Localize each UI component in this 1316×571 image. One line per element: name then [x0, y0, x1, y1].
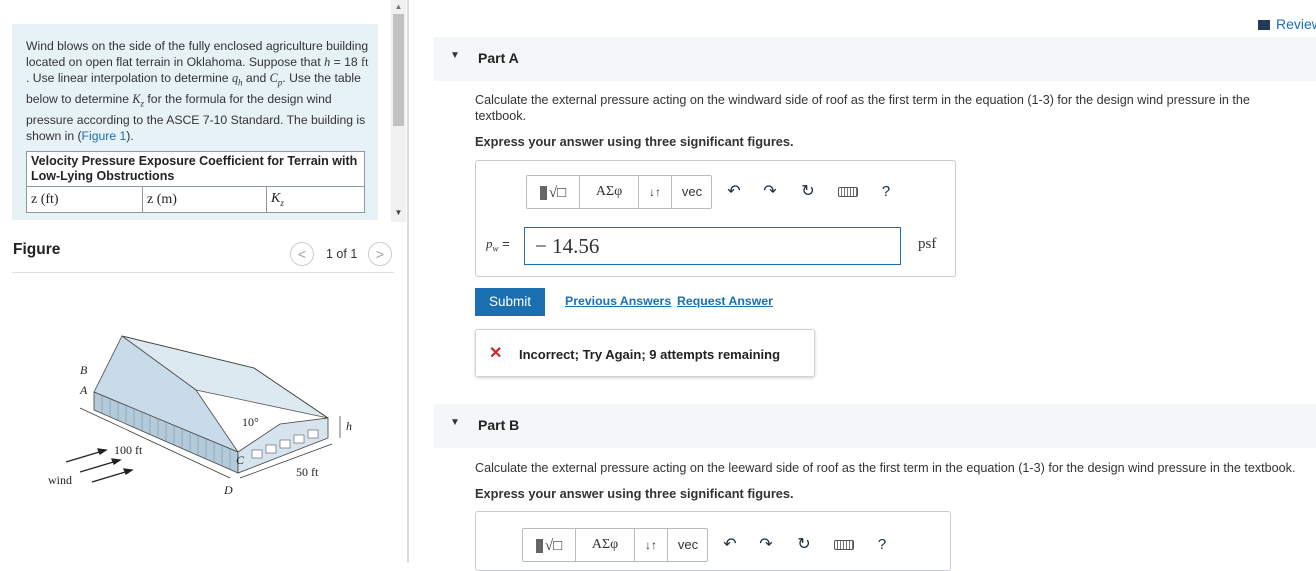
updown-arrows-icon[interactable]: ↓↑	[639, 176, 671, 208]
part-a-header[interactable]: ▼ Part A	[434, 37, 1316, 81]
part-b-question: Calculate the external pressure acting o…	[475, 461, 1296, 475]
figure-label-c: C	[236, 453, 245, 467]
undo-icon[interactable]: ↶	[718, 528, 742, 562]
request-answer-link[interactable]: Request Answer	[677, 294, 773, 308]
panel-divider[interactable]	[407, 0, 409, 562]
greek-symbols-button[interactable]: ΑΣφ	[580, 176, 638, 208]
feedback-box: ✕ Incorrect; Try Again; 9 attempts remai…	[475, 329, 815, 377]
help-icon[interactable]: ?	[870, 528, 894, 562]
keyboard-icon[interactable]	[830, 528, 858, 562]
figure-label-width: 50 ft	[296, 465, 319, 479]
figure-title: Figure	[13, 241, 61, 258]
reset-icon[interactable]: ↻	[792, 528, 816, 562]
figure-label-b: B	[80, 363, 88, 377]
part-a-question: Calculate the external pressure acting o…	[475, 93, 1250, 123]
figure-link[interactable]: Figure 1	[82, 129, 127, 143]
problem-text: Wind blows on the side of the fully encl…	[26, 39, 369, 143]
templates-icon[interactable]: √□	[527, 176, 579, 208]
vec-button[interactable]: vec	[668, 529, 708, 561]
scroll-down-arrow-icon[interactable]: ▼	[391, 206, 406, 220]
math-toolbar: √□ ΑΣφ ↓↑ vec ↶ ↷ ↻ ?	[526, 175, 946, 211]
templates-icon[interactable]: √□	[523, 529, 575, 561]
redo-icon[interactable]: ↷	[754, 528, 778, 562]
caret-down-icon[interactable]: ▼	[450, 50, 460, 61]
table-header-kz: Kz	[266, 186, 365, 213]
left-panel: Wind blows on the side of the fully encl…	[0, 0, 408, 562]
figure-label-d: D	[223, 483, 233, 497]
redo-icon[interactable]: ↷	[758, 175, 782, 209]
review-link[interactable]: Review	[1258, 16, 1316, 32]
part-b-label: Part B	[478, 417, 520, 433]
part-b-answer-box: √□ ΑΣφ ↓↑ vec ↶ ↷ ↻ ?	[475, 511, 951, 571]
vec-button[interactable]: vec	[672, 176, 712, 208]
variable-label: pw =	[486, 236, 510, 254]
undo-icon[interactable]: ↶	[722, 175, 746, 209]
velocity-pressure-table: Velocity Pressure Exposure Coefficient f…	[26, 151, 365, 213]
updown-arrows-icon[interactable]: ↓↑	[635, 529, 667, 561]
pager-count: 1 of 1	[326, 247, 358, 261]
help-icon[interactable]: ?	[874, 175, 898, 209]
table-header-z-ft: z (ft)	[26, 186, 143, 213]
answer-input[interactable]: − 14.56	[524, 227, 901, 265]
feedback-text: Incorrect; Try Again; 9 attempts remaini…	[519, 347, 781, 362]
figure-label-h: h	[346, 419, 352, 433]
submit-button[interactable]: Submit	[475, 288, 545, 316]
part-a-instruction: Express your answer using three signific…	[475, 134, 794, 149]
scroll-up-arrow-icon[interactable]: ▲	[391, 0, 406, 14]
figure-label-angle: 10°	[242, 415, 259, 429]
book-icon	[1258, 20, 1270, 30]
problem-scrollbar-thumb[interactable]	[393, 14, 404, 126]
table-header-z-m: z (m)	[142, 186, 267, 213]
figure-label-wind: wind	[48, 473, 72, 487]
previous-answers-link[interactable]: Previous Answers	[565, 294, 671, 308]
chevron-left-icon[interactable]: <	[290, 242, 314, 266]
problem-statement-box: Wind blows on the side of the fully encl…	[12, 24, 378, 220]
part-b-instruction: Express your answer using three signific…	[475, 486, 794, 501]
error-x-icon: ✕	[489, 345, 503, 362]
figure-label-a: A	[79, 383, 88, 397]
part-a-label: Part A	[478, 50, 519, 66]
toolbar-button-group: √□ ΑΣφ ↓↑ vec	[526, 175, 712, 209]
table-caption: Velocity Pressure Exposure Coefficient f…	[26, 151, 365, 187]
divider	[12, 272, 394, 273]
figure-label-length: 100 ft	[114, 443, 143, 457]
keyboard-icon[interactable]	[834, 175, 862, 209]
toolbar-button-group: √□ ΑΣφ ↓↑ vec	[522, 528, 708, 562]
reset-icon[interactable]: ↻	[796, 175, 820, 209]
greek-symbols-button[interactable]: ΑΣφ	[576, 529, 634, 561]
unit-label: psf	[918, 236, 937, 252]
math-toolbar: √□ ΑΣφ ↓↑ vec ↶ ↷ ↻ ?	[522, 528, 942, 564]
chevron-right-icon[interactable]: >	[368, 242, 392, 266]
building-figure: B A C D 10° h 100 ft 50 ft wind	[48, 335, 352, 497]
part-b-header[interactable]: ▼ Part B	[434, 404, 1316, 448]
caret-down-icon[interactable]: ▼	[450, 417, 460, 428]
